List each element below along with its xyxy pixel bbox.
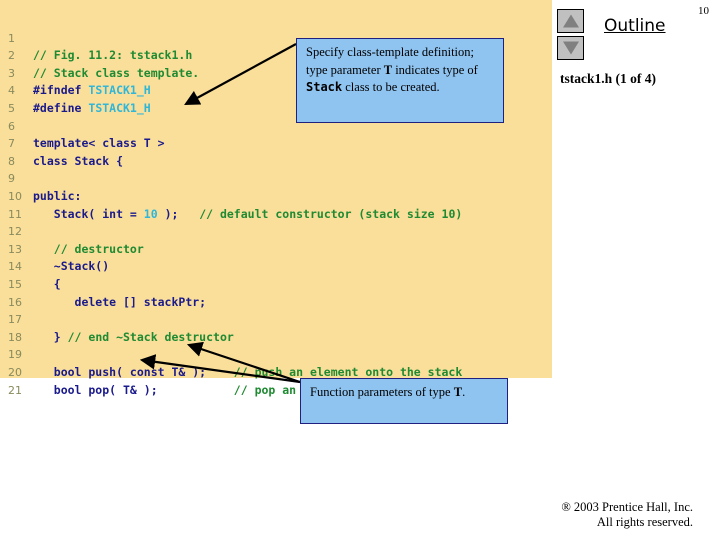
triangle-down-icon [562, 41, 579, 55]
page-number: 10 [698, 5, 709, 17]
code-line: 8 [0, 135, 552, 168]
code-line: 11 [0, 188, 552, 221]
line-number: 21 [8, 383, 22, 397]
code-line: 14 { [8, 260, 61, 291]
code-line: 17 } // end ~Stack destructor [8, 313, 234, 344]
triangle-up-icon [562, 14, 579, 28]
code-line: 16 [0, 276, 552, 309]
code-line: 20 bool pop( T& ); // pop an element off… [8, 365, 448, 397]
scroll-up-button[interactable] [557, 9, 584, 33]
callout-1-text: Specify class-template definition; type … [306, 45, 478, 94]
scroll-down-button[interactable] [557, 36, 584, 60]
callout-2-text: Function parameters of type T. [310, 385, 466, 399]
code-line: 18 [0, 311, 552, 344]
code-line: 9 public: [8, 172, 82, 203]
code-line: 15 delete [] stackPtr; [8, 277, 207, 309]
outline-file-label: tstack1.h (1 of 4) [560, 71, 656, 86]
copyright-line-1: ® 2003 Prentice Hall, Inc. [561, 500, 693, 514]
code-line: 13 ~Stack() [8, 242, 110, 274]
callout-function-parameters: Function parameters of type T. [300, 378, 508, 424]
callout-class-template: Specify class-template definition; type … [296, 38, 504, 123]
code-line: 10 Stack( int = 10 ); // default constru… [8, 189, 463, 221]
copyright-line-2: All rights reserved. [596, 515, 693, 529]
code-line: 19 bool push( const T& ); // push an ele… [8, 348, 463, 379]
page-title: Outline [604, 16, 666, 36]
copyright-footer: ® 2003 Prentice Hall, Inc. All rights re… [400, 500, 693, 530]
code-line: 1 // Fig. 11.2: tstack1.h [8, 31, 193, 63]
code-line: 12 // destructor [8, 225, 144, 256]
